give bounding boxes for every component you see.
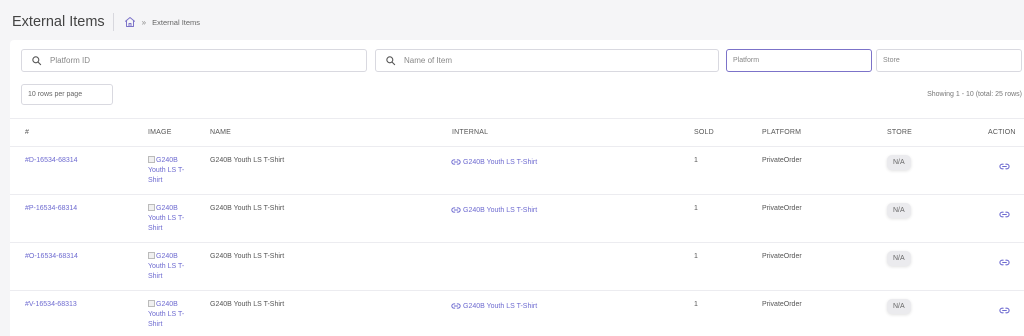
link-action-button[interactable] bbox=[999, 209, 1010, 222]
breadcrumb-separator: » bbox=[141, 17, 147, 27]
platform-name: PrivateOrder bbox=[762, 205, 802, 212]
link-icon bbox=[451, 159, 461, 165]
sold-count: 1 bbox=[694, 301, 698, 308]
table-row: #V-16534-68313 G240B Youth LS T-Shirt G2… bbox=[10, 290, 1024, 336]
item-name: G240B Youth LS T-Shirt bbox=[210, 253, 285, 260]
store-select[interactable]: Store bbox=[876, 49, 1022, 72]
column-header-store: Store bbox=[887, 129, 912, 136]
item-image: G240B Youth LS T-Shirt bbox=[148, 252, 196, 282]
item-image: G240B Youth LS T-Shirt bbox=[148, 204, 196, 234]
platform-id-link[interactable]: #D-16534-68314 bbox=[25, 157, 78, 164]
link-icon bbox=[999, 163, 1010, 170]
store-badge: N/A bbox=[887, 155, 911, 170]
home-icon[interactable] bbox=[123, 15, 137, 29]
link-action-button[interactable] bbox=[999, 161, 1010, 174]
column-header-name: Name bbox=[210, 129, 232, 136]
platform-id-link[interactable]: #V-16534-68313 bbox=[25, 301, 77, 308]
platform-select[interactable]: Platform bbox=[726, 49, 872, 72]
breadcrumb-current: External Items bbox=[152, 17, 201, 27]
platform-name: PrivateOrder bbox=[762, 253, 802, 260]
column-header-sold: Sold bbox=[694, 129, 714, 136]
column-header-internal: Internal bbox=[452, 129, 489, 136]
platform-id-link[interactable]: #P-16534-68314 bbox=[25, 205, 77, 212]
store-placeholder: Store bbox=[883, 57, 900, 64]
broken-image-icon bbox=[148, 156, 155, 163]
item-image: G240B Youth LS T-Shirt bbox=[148, 300, 196, 330]
column-header-image: Image bbox=[148, 129, 172, 136]
page-title: External Items bbox=[12, 14, 105, 30]
column-header-platform: Platform bbox=[762, 129, 802, 136]
column-header-action: Action bbox=[988, 129, 1016, 136]
internal-item-label: G240B Youth LS T-Shirt bbox=[463, 158, 538, 166]
table-row: #O-16534-68314 G240B Youth LS T-Shirt G2… bbox=[10, 242, 1024, 290]
search-icon bbox=[22, 55, 50, 66]
broken-image-icon bbox=[148, 300, 155, 307]
rows-per-page-select[interactable]: 10 rows per page bbox=[21, 84, 113, 105]
store-badge-label: N/A bbox=[887, 299, 911, 314]
internal-item-link[interactable]: G240B Youth LS T-Shirt bbox=[451, 157, 537, 167]
sold-count: 1 bbox=[694, 253, 698, 260]
store-badge-label: N/A bbox=[887, 251, 911, 266]
table-header-divider bbox=[10, 118, 1024, 119]
header-divider bbox=[112, 13, 114, 31]
platform-id-placeholder: Platform ID bbox=[50, 56, 91, 65]
store-badge: N/A bbox=[887, 203, 911, 218]
internal-item-link[interactable]: G240B Youth LS T-Shirt bbox=[451, 205, 537, 215]
broken-image-icon bbox=[148, 252, 155, 259]
items-card: Platform ID Name of Item Platform Store … bbox=[10, 40, 1024, 336]
item-name: G240B Youth LS T-Shirt bbox=[210, 301, 285, 308]
link-icon bbox=[999, 259, 1010, 266]
showing-rows-text: Showing 1 - 10 (total: 25 rows) bbox=[927, 91, 1022, 98]
item-name-search-input[interactable]: Name of Item bbox=[375, 49, 719, 72]
store-badge: N/A bbox=[887, 299, 911, 314]
store-badge-label: N/A bbox=[887, 155, 911, 170]
sold-count: 1 bbox=[694, 157, 698, 164]
platform-id-link[interactable]: #O-16534-68314 bbox=[25, 253, 78, 260]
internal-item-label: G240B Youth LS T-Shirt bbox=[463, 302, 538, 310]
platform-id-search-input[interactable]: Platform ID bbox=[21, 49, 367, 72]
item-name-placeholder: Name of Item bbox=[404, 56, 453, 65]
internal-item-label: G240B Youth LS T-Shirt bbox=[463, 206, 538, 214]
search-icon bbox=[376, 55, 404, 66]
store-badge: N/A bbox=[887, 251, 911, 266]
platform-name: PrivateOrder bbox=[762, 301, 802, 308]
link-action-button[interactable] bbox=[999, 257, 1010, 270]
page-header: External Items » External Items bbox=[12, 8, 200, 36]
platform-placeholder: Platform bbox=[733, 57, 760, 64]
store-badge-label: N/A bbox=[887, 203, 911, 218]
table-row: #P-16534-68314 G240B Youth LS T-Shirt G2… bbox=[10, 194, 1024, 242]
link-action-button[interactable] bbox=[999, 305, 1010, 318]
table-row: #D-16534-68314 G240B Youth LS T-Shirt G2… bbox=[10, 146, 1024, 194]
column-header-number: # bbox=[25, 129, 30, 136]
link-icon bbox=[999, 307, 1010, 314]
link-icon bbox=[999, 211, 1010, 218]
platform-name: PrivateOrder bbox=[762, 157, 802, 164]
link-icon bbox=[451, 207, 461, 213]
item-name: G240B Youth LS T-Shirt bbox=[210, 157, 285, 164]
item-name: G240B Youth LS T-Shirt bbox=[210, 205, 285, 212]
broken-image-icon bbox=[148, 204, 155, 211]
item-image: G240B Youth LS T-Shirt bbox=[148, 156, 196, 186]
sold-count: 1 bbox=[694, 205, 698, 212]
internal-item-link[interactable]: G240B Youth LS T-Shirt bbox=[451, 301, 537, 311]
link-icon bbox=[451, 303, 461, 309]
